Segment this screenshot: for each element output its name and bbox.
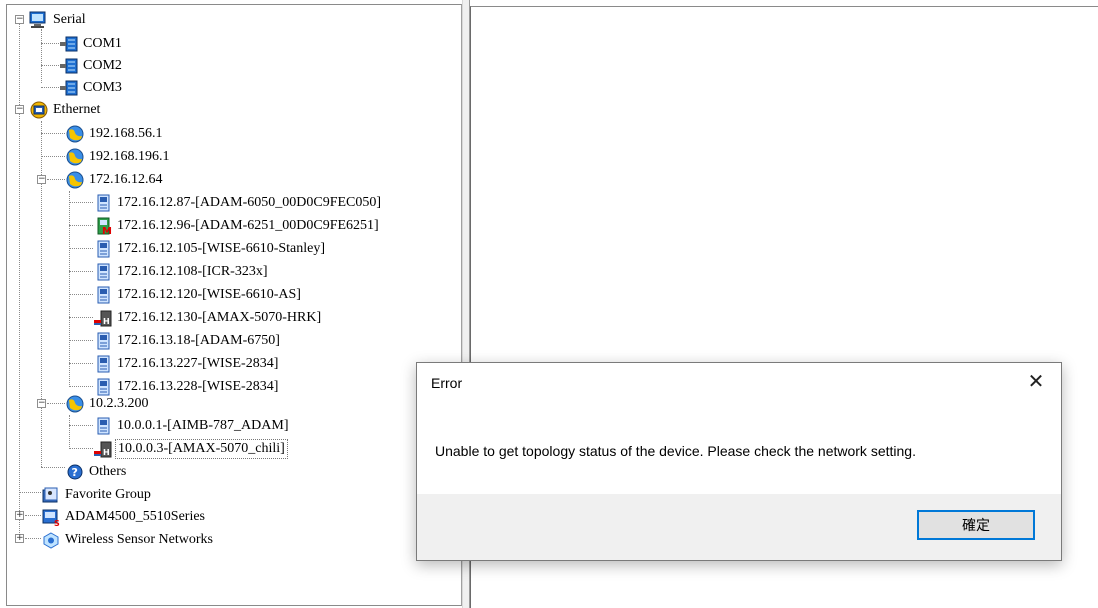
dialog-title: Error: [431, 375, 463, 391]
expand-adam4500-toggle[interactable]: +: [15, 511, 24, 520]
question-icon: ?: [65, 463, 85, 481]
tree-item-host[interactable]: 10.2.3.200: [65, 393, 151, 415]
tree-item-label: 172.16.12.120-[WISE-6610-AS]: [117, 287, 301, 302]
tree-item-label: 172.16.12.87-[ADAM-6050_00D0C9FEC050]: [117, 195, 382, 210]
tree-item-label: 10.0.0.1-[AIMB-787_ADAM]: [117, 418, 289, 433]
tree-item-device[interactable]: H 10.0.0.3-[AMAX-5070_chili]: [93, 438, 288, 460]
tree-item-label: COM2: [83, 58, 122, 73]
tree-item-host[interactable]: 192.168.56.1: [65, 123, 165, 145]
close-icon[interactable]: ✕: [1025, 371, 1047, 393]
device-module-icon: [93, 355, 113, 373]
device-m-icon: M: [93, 217, 113, 237]
globe-icon: [65, 395, 85, 413]
device-module-icon: [93, 417, 113, 435]
dialog-footer: 確定: [417, 494, 1061, 560]
tree-item-com2[interactable]: COM2: [59, 55, 124, 77]
tree-item-com1[interactable]: COM1: [59, 33, 124, 55]
globe-icon: [65, 171, 85, 189]
computer-icon: [29, 11, 49, 29]
tree-item-label: Ethernet: [53, 102, 101, 117]
tree-item-host[interactable]: 172.16.12.64: [65, 169, 165, 191]
expand-wsn-toggle[interactable]: +: [15, 534, 24, 543]
collapse-ethernet-toggle[interactable]: −: [15, 105, 24, 114]
tree-item-label: Serial: [53, 12, 86, 27]
wireless-icon: [41, 531, 61, 549]
svg-text:S: S: [54, 519, 60, 526]
collapse-10-toggle[interactable]: −: [37, 399, 46, 408]
tree-item-label: 10.0.0.3-[AMAX-5070_chili]: [115, 439, 288, 459]
device-module-icon: [93, 240, 113, 258]
tree-item-label: 192.168.196.1: [89, 149, 170, 164]
device-module-icon: [93, 263, 113, 281]
collapse-172-toggle[interactable]: −: [37, 175, 46, 184]
device-h-icon: H: [93, 309, 113, 327]
tree-item-device[interactable]: 172.16.13.227-[WISE-2834]: [93, 353, 280, 375]
tree-item-others[interactable]: ? Others: [65, 461, 128, 483]
tree-item-device[interactable]: 172.16.13.18-[ADAM-6750]: [93, 330, 282, 352]
serial-port-icon: [59, 35, 79, 53]
device-tree[interactable]: − − − − + + Serial COM1 COM2 COM3 Ethern…: [6, 4, 462, 606]
tree-item-device[interactable]: 10.0.0.1-[AIMB-787_ADAM]: [93, 415, 291, 437]
tree-item-label: COM3: [83, 80, 122, 95]
svg-text:?: ?: [72, 466, 78, 479]
globe-icon: [65, 125, 85, 143]
svg-text:H: H: [103, 448, 110, 457]
tree-item-label: 192.168.56.1: [89, 126, 163, 141]
network-globe-icon: [29, 101, 49, 119]
tree-item-label: Wireless Sensor Networks: [65, 532, 213, 547]
ok-button[interactable]: 確定: [917, 510, 1035, 540]
tree-item-label: 10.2.3.200: [89, 396, 149, 411]
tree-item-label: COM1: [83, 36, 122, 51]
tree-item-label: 172.16.12.64: [89, 172, 163, 187]
tree-item-label: 172.16.12.108-[ICR-323x]: [117, 264, 268, 279]
device-module-icon: [93, 332, 113, 350]
tree-item-device[interactable]: 172.16.12.120-[WISE-6610-AS]: [93, 284, 303, 306]
tree-item-device[interactable]: H 172.16.12.130-[AMAX-5070-HRK]: [93, 307, 323, 329]
serial-port-icon: [59, 79, 79, 97]
svg-text:H: H: [103, 317, 110, 326]
error-dialog: Error ✕ Unable to get topology status of…: [416, 362, 1062, 561]
svg-text:M: M: [102, 226, 112, 235]
tree-item-label: Others: [89, 464, 127, 479]
tree-item-label: 172.16.12.105-[WISE-6610-Stanley]: [117, 241, 326, 256]
tree-item-label: 172.16.13.18-[ADAM-6750]: [117, 333, 280, 348]
favorite-group-icon: [41, 486, 61, 504]
tree-item-serial[interactable]: Serial: [29, 9, 88, 31]
serial-port-icon: [59, 57, 79, 75]
tree-item-label: Favorite Group: [65, 487, 151, 502]
tree-item-device[interactable]: 172.16.12.87-[ADAM-6050_00D0C9FEC050]: [93, 192, 383, 214]
tree-item-label: 172.16.12.96-[ADAM-6251_00D0C9FE6251]: [117, 218, 379, 233]
tree-item-label: ADAM4500_5510Series: [65, 509, 205, 524]
tree-item-device[interactable]: M 172.16.12.96-[ADAM-6251_00D0C9FE6251]: [93, 215, 381, 237]
tree-item-label: 172.16.13.227-[WISE-2834]: [117, 356, 279, 371]
adam-series-icon: S: [41, 508, 61, 528]
device-module-icon: [93, 286, 113, 304]
tree-item-favorite-group[interactable]: Favorite Group: [41, 484, 153, 506]
tree-item-com3[interactable]: COM3: [59, 77, 124, 99]
globe-icon: [65, 148, 85, 166]
device-module-icon: [93, 194, 113, 212]
tree-item-ethernet[interactable]: Ethernet: [29, 99, 102, 121]
tree-item-device[interactable]: 172.16.12.108-[ICR-323x]: [93, 261, 270, 283]
device-h-icon: H: [93, 440, 113, 458]
tree-item-host[interactable]: 192.168.196.1: [65, 146, 172, 168]
tree-item-wireless[interactable]: Wireless Sensor Networks: [41, 529, 215, 551]
collapse-serial-toggle[interactable]: −: [15, 15, 24, 24]
tree-item-device[interactable]: 172.16.12.105-[WISE-6610-Stanley]: [93, 238, 327, 260]
dialog-message: Unable to get topology status of the dev…: [435, 443, 916, 459]
tree-item-label: 172.16.12.130-[AMAX-5070-HRK]: [117, 310, 322, 325]
tree-item-adam4500[interactable]: S ADAM4500_5510Series: [41, 506, 207, 528]
